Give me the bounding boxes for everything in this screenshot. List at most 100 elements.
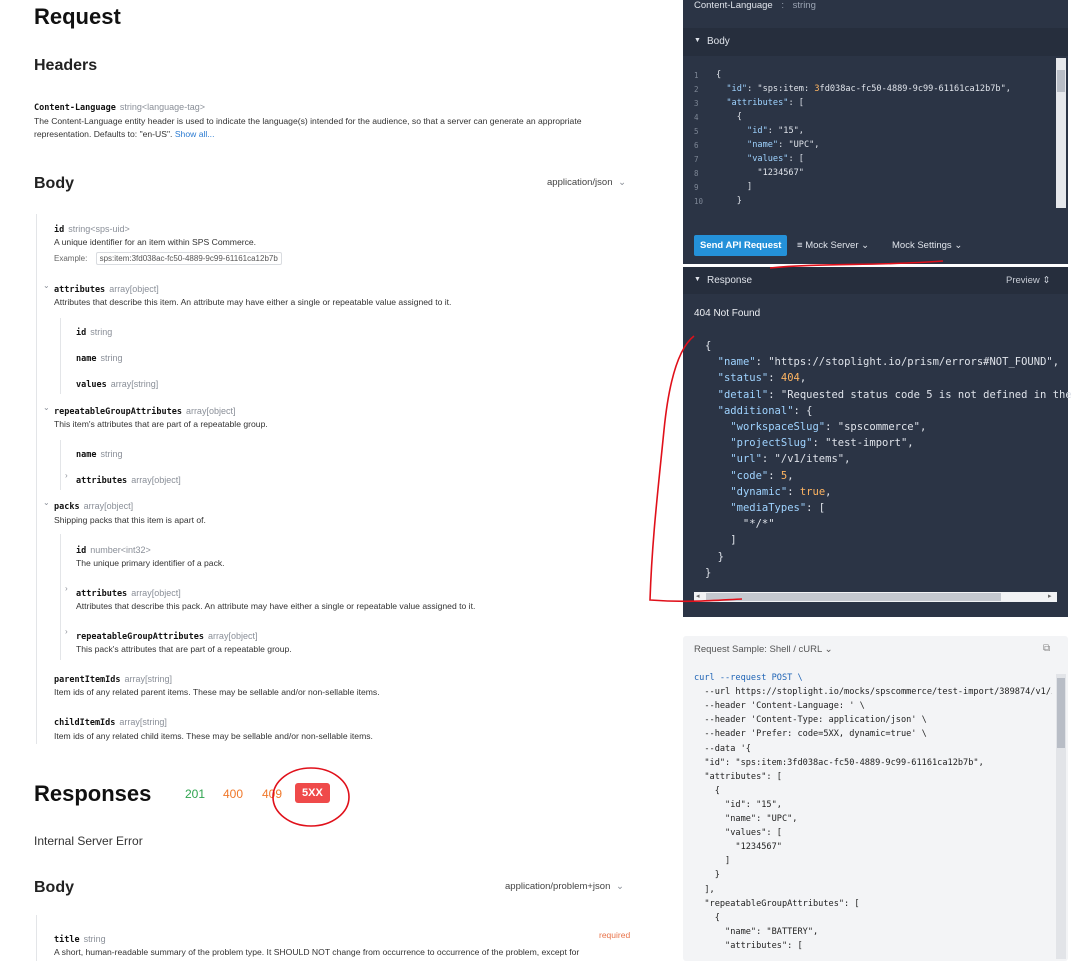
send-api-request-button[interactable]: Send API Request <box>694 235 788 256</box>
sample-scrollbar[interactable] <box>1056 674 1066 959</box>
code-line: "name": "UPC", <box>747 140 820 150</box>
line-number: 3 <box>694 99 699 108</box>
header-row-sep: : <box>781 0 784 11</box>
field-packs-id: id number<int32> <box>76 540 151 558</box>
expand-chevron-icon[interactable]: › <box>65 471 68 480</box>
code-line: { <box>716 112 742 122</box>
field-packs-name: packs <box>54 502 80 512</box>
response-h-scrollbar-thumb[interactable] <box>706 593 1001 601</box>
line-number: 8 <box>694 169 699 178</box>
copy-icon[interactable]: ⧉ <box>1043 643 1050 654</box>
required-badge: required <box>599 930 631 940</box>
response-code-line: "dynamic": true, <box>730 485 832 498</box>
collapse-chevron-icon[interactable]: ⌄ <box>43 281 50 290</box>
field-packs-id-name: id <box>76 546 87 556</box>
sample-code-line: --header 'Prefer: code=5XX, dynamic=true… <box>694 729 927 740</box>
request-sample-title: Request Sample: Shell / cURL <box>694 644 822 655</box>
expand-chevron-icon[interactable]: › <box>65 627 68 636</box>
editor-scrollbar-thumb[interactable] <box>1057 70 1065 92</box>
field-title: title string <box>54 929 106 947</box>
sample-code-line: --header 'Content-Language: ' \ <box>694 701 865 712</box>
field-child: childItemIds array[string] <box>54 712 167 730</box>
chevron-down-icon: ⌄ <box>618 177 627 188</box>
response-code-line: "projectSlug": "test-import", <box>730 437 914 450</box>
sample-code-line: "name": "BATTERY", <box>694 926 819 937</box>
field-packs-rga-desc: This pack's attributes that are part of … <box>76 644 292 654</box>
chevron-down-icon: ⌄ <box>824 644 833 655</box>
field-rga-attributes[interactable]: attributes array[object] <box>76 470 181 488</box>
request-sample-language-select[interactable]: Request Sample: Shell / cURL ⌄ <box>694 644 833 655</box>
field-attr-id-type: string <box>90 327 113 337</box>
header-field-type: string<language-tag> <box>119 102 205 112</box>
sample-scrollbar-thumb[interactable] <box>1057 678 1065 748</box>
body-section-header[interactable]: ▼ Body <box>683 28 1068 56</box>
field-attr-name-name: name <box>76 354 97 364</box>
response-code-line: "code": 5, <box>730 469 794 482</box>
tab-400[interactable]: 400 <box>223 787 243 801</box>
tab-409[interactable]: 409 <box>262 787 282 801</box>
request-title: Request <box>34 4 121 29</box>
code-line: "attributes": [ <box>726 98 804 108</box>
field-packs-attributes-type: array[object] <box>131 588 181 598</box>
tab-5xx[interactable]: 5XX <box>295 783 330 803</box>
tree-line-attributes <box>60 318 61 394</box>
mock-server-dropdown[interactable]: ≡ Mock Server ⌄ <box>797 240 869 251</box>
scroll-left-icon[interactable]: ◂ <box>696 592 700 600</box>
line-number: 10 <box>694 197 704 206</box>
preview-select[interactable]: Preview ⇕ <box>1006 275 1050 286</box>
chevron-down-icon: ⌄ <box>861 240 870 251</box>
code-line: "id": "15", <box>747 126 804 136</box>
line-number: 4 <box>694 113 699 122</box>
request-content-type-select[interactable]: application/json ⌄ <box>547 177 626 188</box>
field-id: id string<sps-uid> <box>54 219 130 237</box>
field-packs[interactable]: packs array[object] <box>54 496 133 514</box>
field-attributes[interactable]: attributes array[object] <box>54 279 159 297</box>
field-packs-rga[interactable]: repeatableGroupAttributes array[object] <box>76 626 257 644</box>
field-parent-type: array[string] <box>124 674 173 684</box>
code-line: { <box>716 70 722 80</box>
response-content-type-select[interactable]: application/problem+json ⌄ <box>505 881 624 892</box>
collapse-chevron-icon[interactable]: ⌄ <box>43 498 50 507</box>
collapse-chevron-icon[interactable]: ⌄ <box>43 403 50 412</box>
field-id-desc: A unique identifier for an item within S… <box>54 237 257 247</box>
tree-line-response <box>36 915 37 961</box>
sample-code-line: { <box>694 785 720 796</box>
caret-down-icon: ▼ <box>694 276 701 283</box>
request-sample-panel: Request Sample: Shell / cURL ⌄ ⧉ curl --… <box>683 636 1068 961</box>
field-attr-name-type: string <box>100 353 123 363</box>
field-packs-attributes[interactable]: attributes array[object] <box>76 583 181 601</box>
sample-code-line: curl --request POST \ <box>694 673 803 683</box>
mock-settings-label: Mock Settings <box>892 240 952 251</box>
sample-code-line: "name": "UPC", <box>694 814 798 824</box>
field-child-desc: Item ids of any related child items. The… <box>54 731 373 741</box>
field-rga[interactable]: repeatableGroupAttributes array[object] <box>54 401 235 419</box>
field-packs-id-desc: The unique primary identifier of a pack. <box>76 558 225 568</box>
editor-scrollbar[interactable] <box>1056 58 1066 208</box>
header-desc-line1: The Content-Language entity header is us… <box>34 116 582 126</box>
code-line: "1234567" <box>716 168 804 178</box>
tab-201[interactable]: 201 <box>185 787 205 801</box>
sample-code-line: ], <box>694 884 715 895</box>
field-packs-id-type: number<int32> <box>90 545 151 555</box>
response-h-scrollbar[interactable]: ◂ ▸ <box>694 592 1057 602</box>
field-rga-type: array[object] <box>185 406 236 416</box>
sample-code-line: --url https://stoplight.io/mocks/spscomm… <box>694 687 1052 698</box>
header-row: Content-Language : string <box>694 0 816 11</box>
field-packs-rga-type: array[object] <box>207 631 258 641</box>
header-field-name: Content-Language <box>34 103 116 113</box>
response-section-header[interactable]: ▼ Response Preview ⇕ <box>683 267 1068 294</box>
mock-settings-dropdown[interactable]: Mock Settings ⌄ <box>892 240 962 251</box>
field-attr-id: id string <box>76 322 112 340</box>
expand-chevron-icon[interactable]: › <box>65 584 68 593</box>
show-all-link[interactable]: Show all... <box>175 129 215 139</box>
example-label: Example: <box>54 254 88 263</box>
sample-code-line: "1234567" <box>694 842 782 853</box>
field-rga-name-type: string <box>100 449 123 459</box>
line-number: 6 <box>694 141 699 150</box>
field-id-type: string<sps-uid> <box>68 224 130 234</box>
sample-code-line: --header 'Content-Type: application/json… <box>694 715 927 726</box>
header-row-name: Content-Language <box>694 0 773 11</box>
field-title-name: title <box>54 935 80 945</box>
chevron-down-icon: ⌄ <box>954 240 963 251</box>
scroll-right-icon[interactable]: ▸ <box>1048 592 1052 600</box>
